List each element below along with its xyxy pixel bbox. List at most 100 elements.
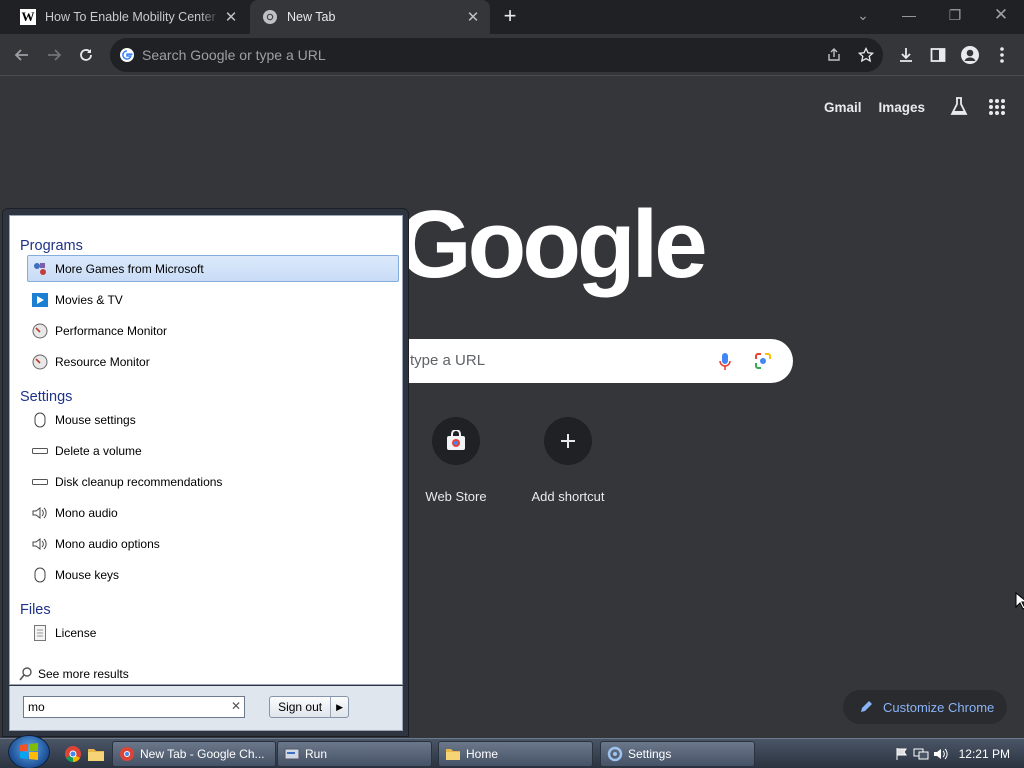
reload-button[interactable] xyxy=(72,41,100,69)
forward-button[interactable] xyxy=(40,41,68,69)
omnibox-input[interactable] xyxy=(142,38,742,72)
speaker-icon xyxy=(32,505,48,521)
start-menu: Programs More Games from Microsoft Movie… xyxy=(2,208,409,737)
browser-toolbar xyxy=(0,34,1024,76)
tab-title: How To Enable Mobility Center ( xyxy=(45,10,220,24)
monitor-icon xyxy=(32,354,48,370)
close-tab-icon[interactable]: ✕ xyxy=(462,8,484,26)
task-label: Run xyxy=(305,747,328,761)
customize-chrome-button[interactable]: Customize Chrome xyxy=(843,690,1007,724)
movies-icon xyxy=(32,292,48,308)
volume-icon[interactable] xyxy=(933,747,949,761)
drive-icon xyxy=(32,474,48,490)
clear-search-icon[interactable]: ✕ xyxy=(229,699,243,715)
menu-kebab-icon[interactable] xyxy=(988,41,1016,69)
gmail-link[interactable]: Gmail xyxy=(824,100,862,115)
see-more-results-link[interactable]: See more results xyxy=(19,667,129,681)
result-mouse-keys[interactable]: Mouse keys xyxy=(27,561,399,588)
result-mono-audio-options[interactable]: Mono audio options xyxy=(27,530,399,557)
start-button[interactable] xyxy=(8,735,50,768)
task-label: New Tab - Google Ch... xyxy=(140,747,265,761)
customize-label: Customize Chrome xyxy=(883,699,995,715)
result-delete-volume[interactable]: Delete a volume xyxy=(27,437,399,464)
action-center-flag-icon[interactable] xyxy=(895,747,909,761)
result-label: Performance Monitor xyxy=(55,323,168,338)
clock[interactable]: 12:21 PM xyxy=(959,747,1010,761)
share-glyph-icon xyxy=(828,48,840,61)
search-icon xyxy=(19,667,32,681)
result-performance-monitor[interactable]: Performance Monitor xyxy=(27,317,399,344)
google-lens-icon[interactable] xyxy=(754,352,772,370)
arrow-right-icon xyxy=(48,49,62,61)
sign-out-button[interactable]: Sign out ▶ xyxy=(269,696,349,718)
chrome-icon xyxy=(120,747,134,761)
chrome-quicklaunch-icon[interactable] xyxy=(64,745,82,763)
result-label: Mono audio xyxy=(55,505,118,520)
result-mouse-settings[interactable]: Mouse settings xyxy=(27,406,399,433)
apps-grid-icon[interactable] xyxy=(988,98,1006,116)
network-icon[interactable] xyxy=(913,747,929,761)
shortcut-add[interactable]: Add shortcut xyxy=(512,417,624,504)
omnibox[interactable] xyxy=(110,38,883,72)
result-label: Delete a volume xyxy=(55,443,142,458)
tab-title: New Tab xyxy=(287,10,336,24)
section-header-settings: Settings xyxy=(20,389,73,405)
result-label: Mouse keys xyxy=(55,567,120,582)
ntp-search-box[interactable]: type a URL xyxy=(368,339,793,383)
share-icon[interactable] xyxy=(820,41,848,69)
taskbar-button-home[interactable]: Home xyxy=(438,741,593,767)
windows-logo-icon xyxy=(20,743,38,760)
result-more-games[interactable]: More Games from Microsoft xyxy=(27,255,399,282)
drive-icon xyxy=(32,443,48,459)
result-resource-monitor[interactable]: Resource Monitor xyxy=(27,348,399,375)
side-panel-icon[interactable] xyxy=(924,41,952,69)
close-tab-icon[interactable]: ✕ xyxy=(220,8,242,26)
result-disk-cleanup[interactable]: Disk cleanup recommendations xyxy=(27,468,399,495)
tab-search-icon[interactable]: ⌄ xyxy=(848,3,878,27)
taskbar-button-settings[interactable]: Settings xyxy=(600,741,755,767)
labs-flask-icon[interactable] xyxy=(948,96,970,118)
section-header-programs: Programs xyxy=(20,238,83,254)
downloads-icon[interactable] xyxy=(892,41,920,69)
task-label: Home xyxy=(466,747,499,761)
profile-icon[interactable] xyxy=(956,41,984,69)
mouse-icon xyxy=(32,412,48,428)
back-button[interactable] xyxy=(8,41,36,69)
result-mono-audio[interactable]: Mono audio xyxy=(27,499,399,526)
shortcut-label: Add shortcut xyxy=(531,489,605,504)
shutdown-options-arrow-icon[interactable]: ▶ xyxy=(331,697,348,717)
settings-icon xyxy=(607,746,623,762)
ntp-top-links: Gmail Images xyxy=(824,96,1006,118)
plus-icon xyxy=(544,417,592,465)
star-icon xyxy=(858,47,874,63)
taskbar-button-chrome[interactable]: New Tab - Google Ch... xyxy=(112,741,276,767)
start-search-input[interactable] xyxy=(23,696,245,718)
three-dots-icon xyxy=(1000,47,1004,63)
close-window-button[interactable]: ✕ xyxy=(986,3,1016,27)
see-more-label: See more results xyxy=(38,667,129,681)
result-label: Resource Monitor xyxy=(55,354,150,369)
shortcut-web-store[interactable]: Web Store xyxy=(400,417,512,504)
wikihow-favicon-icon: W xyxy=(20,9,36,25)
microphone-icon[interactable] xyxy=(718,352,732,372)
result-label: Disk cleanup recommendations xyxy=(55,474,223,489)
result-label: More Games from Microsoft xyxy=(55,261,204,276)
explorer-quicklaunch-icon[interactable] xyxy=(87,745,105,763)
minimize-button[interactable]: — xyxy=(894,3,924,27)
tab-wikihow[interactable]: W How To Enable Mobility Center ( ✕ xyxy=(8,0,248,34)
taskbar-button-run[interactable]: Run xyxy=(277,741,432,767)
plus-glyph-icon xyxy=(561,434,575,448)
start-menu-results: Programs More Games from Microsoft Movie… xyxy=(9,215,403,685)
web-store-icon xyxy=(432,417,480,465)
new-tab-button[interactable]: + xyxy=(498,5,522,29)
tab-new-tab[interactable]: New Tab ✕ xyxy=(250,0,490,34)
images-link[interactable]: Images xyxy=(878,100,925,115)
document-icon xyxy=(32,624,48,641)
restore-button[interactable]: ❐ xyxy=(940,3,970,27)
mouse-cursor-icon xyxy=(1015,592,1024,610)
pencil-icon xyxy=(861,701,872,712)
result-license[interactable]: License xyxy=(27,619,399,646)
web-store-glyph-icon xyxy=(447,430,465,450)
result-movies-tv[interactable]: Movies & TV xyxy=(27,286,399,313)
bookmark-star-icon[interactable] xyxy=(852,41,880,69)
